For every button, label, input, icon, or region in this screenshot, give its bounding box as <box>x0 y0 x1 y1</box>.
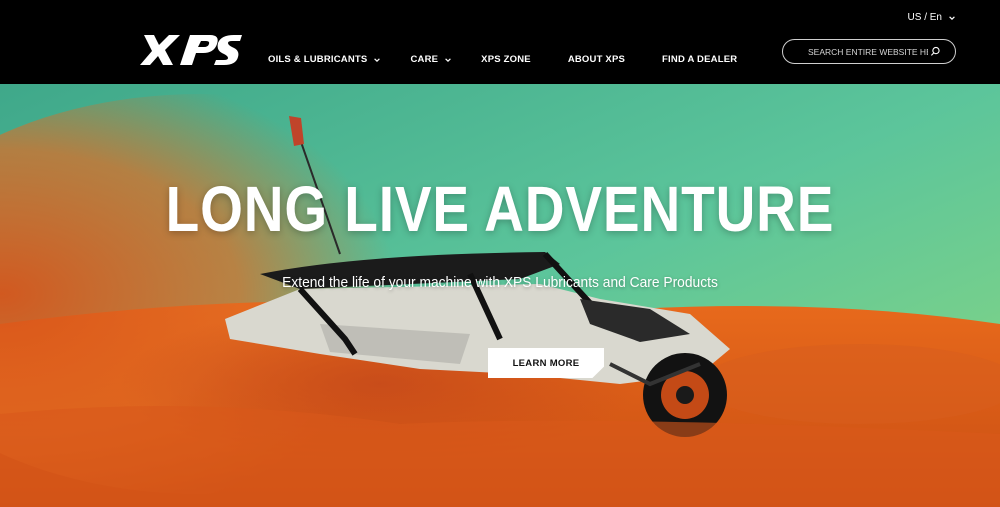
locale-selector[interactable]: US / En <box>908 12 956 23</box>
hero-subheadline: Extend the life of your machine with XPS… <box>282 274 718 291</box>
hero-headline: LONG LIVE ADVENTURE <box>165 173 835 245</box>
hero-background-image <box>0 84 1000 507</box>
chevron-down-icon <box>374 57 381 62</box>
nav-about-xps-label: ABOUT XPS <box>567 54 626 65</box>
nav-about-xps[interactable]: ABOUT XPS <box>568 54 625 65</box>
nav-oils-lubricants[interactable]: OILS & LUBRICANTS <box>268 54 381 65</box>
chevron-down-icon <box>445 57 451 62</box>
main-nav: OILS & LUBRICANTS CARE XPS ZONE ABOUT XP… <box>268 54 737 65</box>
nav-xps-zone[interactable]: XPS ZONE <box>481 54 531 65</box>
learn-more-button[interactable]: LEARN MORE <box>488 348 604 378</box>
nav-oils-lubricants-label: OILS & LUBRICANTS <box>268 54 368 65</box>
search-input[interactable] <box>808 46 928 57</box>
locale-label: US / En <box>907 12 942 23</box>
nav-care-label: CARE <box>410 54 439 65</box>
xps-logo[interactable] <box>138 33 242 67</box>
nav-find-a-dealer-label: FIND A DEALER <box>662 54 738 65</box>
nav-find-a-dealer[interactable]: FIND A DEALER <box>662 54 737 65</box>
nav-xps-zone-label: XPS ZONE <box>481 54 531 65</box>
search-box[interactable] <box>782 39 956 64</box>
nav-care[interactable]: CARE <box>410 54 452 65</box>
site-header: US / En OILS & LUBRICANTS CARE XPS ZONE … <box>0 0 1000 84</box>
chevron-down-icon <box>949 15 955 20</box>
hero-banner: LONG LIVE ADVENTURE Extend the life of y… <box>0 84 1000 507</box>
search-icon[interactable] <box>930 46 941 57</box>
